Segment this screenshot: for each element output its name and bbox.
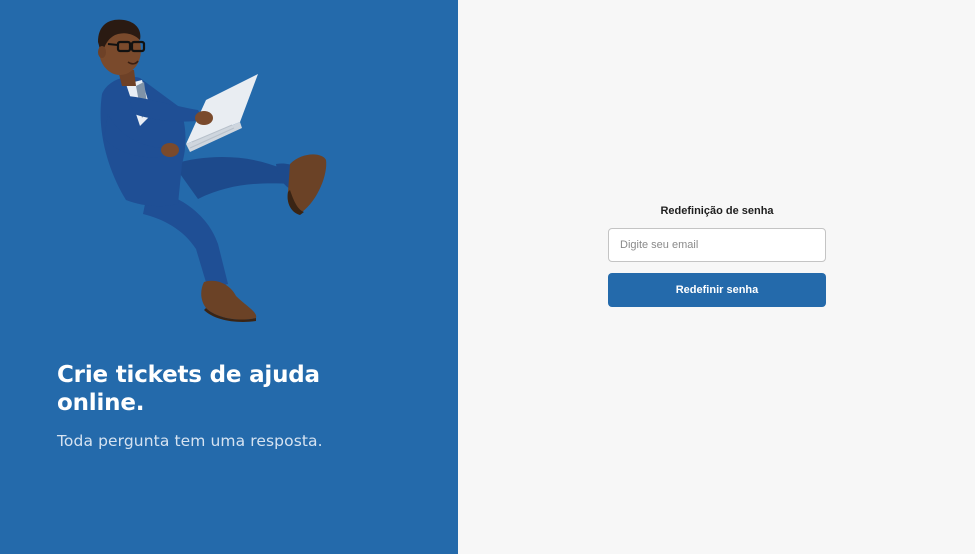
password-reset-page: Crie tickets de ajuda online. Toda pergu… <box>0 0 975 554</box>
hero-panel: Crie tickets de ajuda online. Toda pergu… <box>0 0 458 554</box>
form-panel: Redefinição de senha Redefinir senha <box>458 0 975 554</box>
form-title: Redefinição de senha <box>660 205 774 217</box>
hero-title: Crie tickets de ajuda online. <box>57 362 320 416</box>
email-input[interactable] <box>608 228 826 262</box>
reset-password-button[interactable]: Redefinir senha <box>608 273 826 307</box>
password-reset-form: Redefinição de senha Redefinir senha <box>608 203 826 307</box>
hero-subtitle: Toda pergunta tem uma resposta. <box>57 432 323 450</box>
businessman-illustration <box>98 19 327 322</box>
